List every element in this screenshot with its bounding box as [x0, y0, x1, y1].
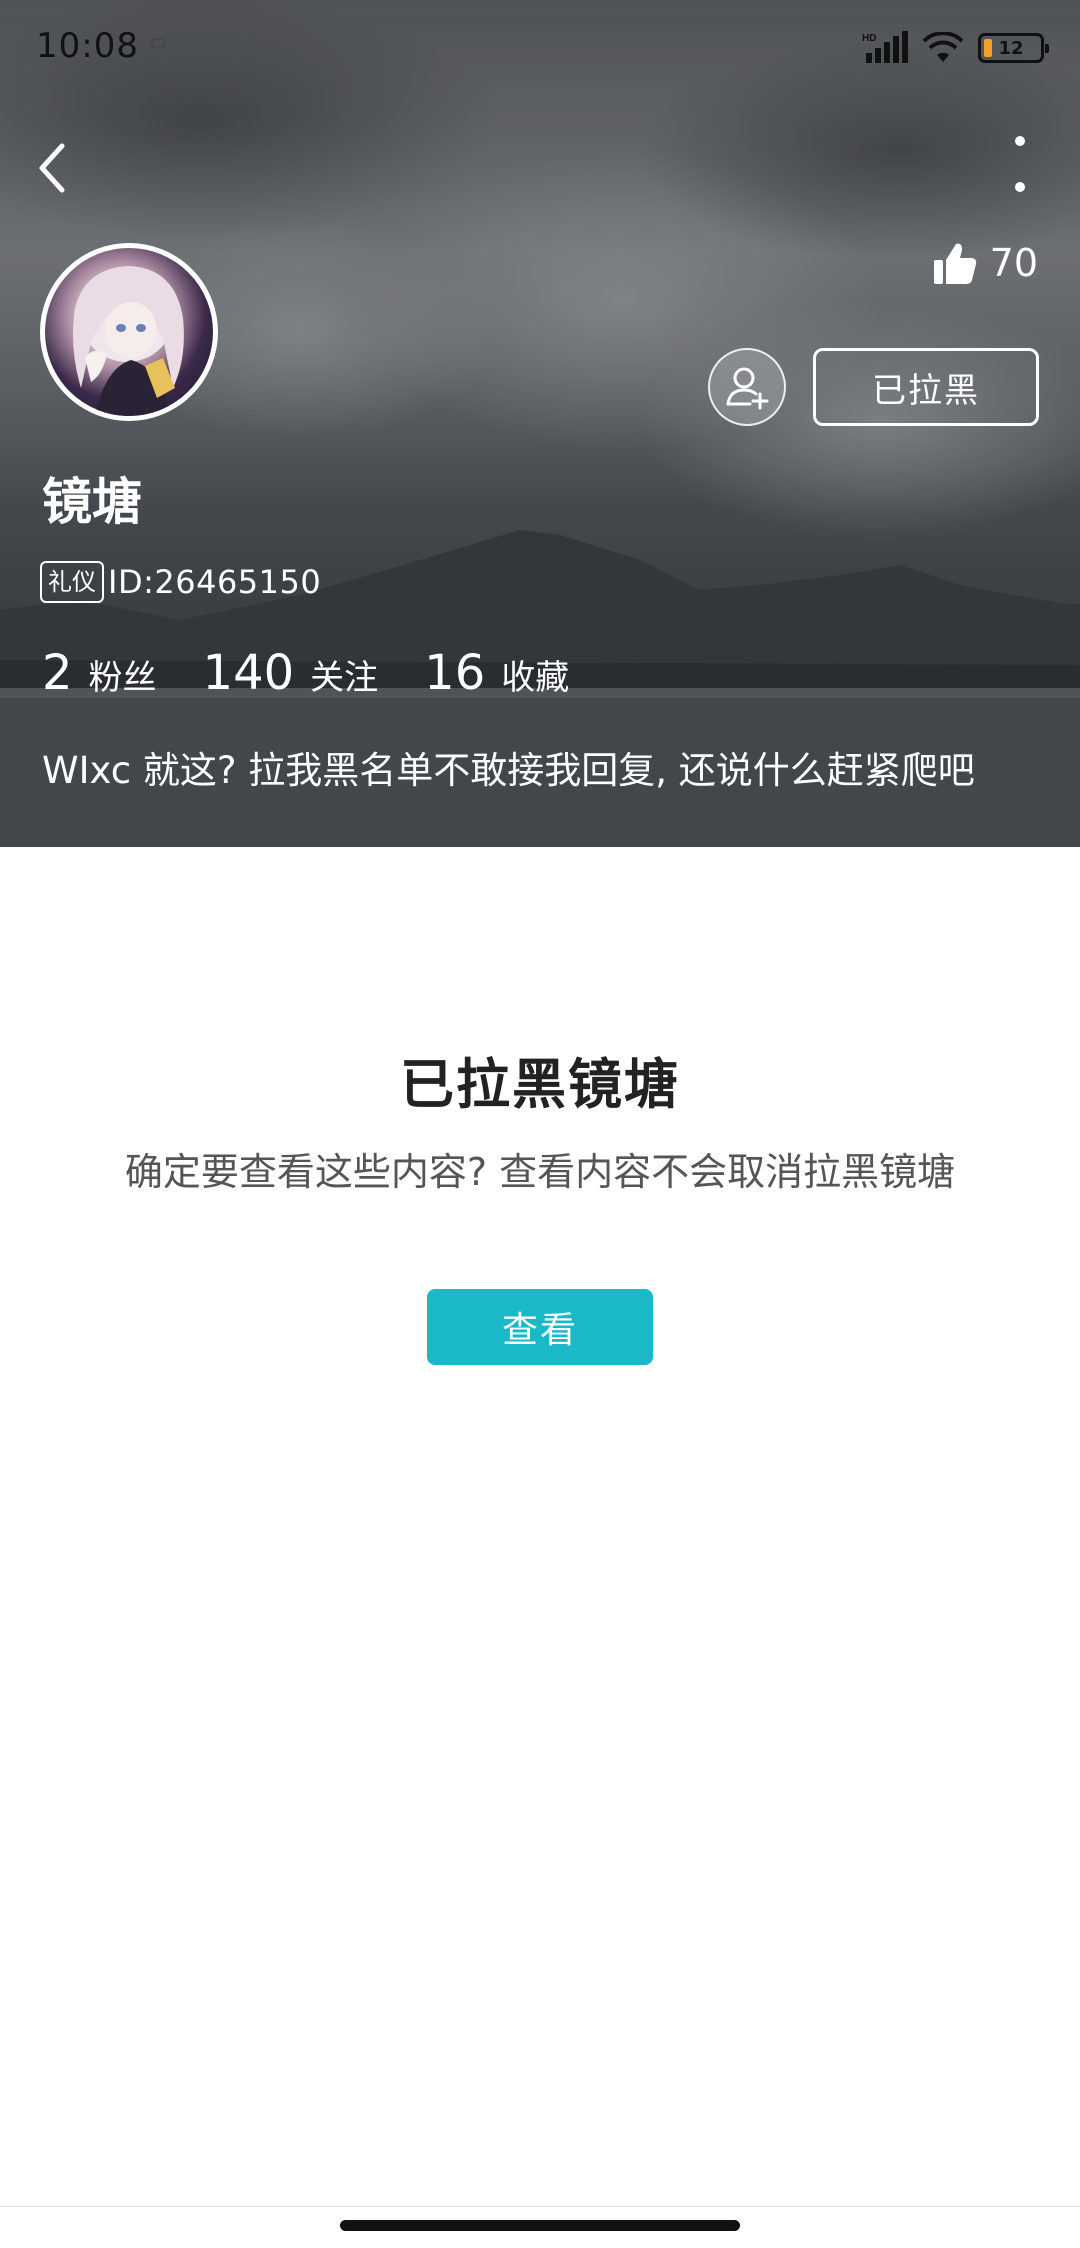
stat-fans[interactable]: 2 粉丝: [42, 645, 157, 701]
stat-label: 收藏: [501, 658, 570, 698]
profile-header: 10:08 HD 12 70 已拉黑 镜塘 礼仪 ID:26465150 2 粉…: [0, 0, 1080, 847]
profile-stats: 2 粉丝 140 关注 16 收藏: [42, 645, 615, 701]
more-vertical-icon-dot: [1015, 182, 1025, 192]
signal-icon: HD: [862, 31, 908, 63]
thumbs-up-icon: [933, 243, 976, 284]
user-id-row: 礼仪 ID:26465150: [40, 561, 321, 603]
stat-favorites[interactable]: 16 收藏: [424, 645, 569, 701]
follow-button[interactable]: [708, 348, 786, 426]
back-button[interactable]: [34, 128, 90, 208]
status-time: 10:08: [36, 26, 139, 66]
battery-icon: 12: [978, 33, 1049, 63]
likes-count: 70: [989, 241, 1038, 285]
more-options-button[interactable]: [1008, 136, 1032, 192]
stat-following[interactable]: 140 关注: [203, 645, 379, 701]
user-bio: WIxc 就这? 拉我黑名单不敢接我回复, 还说什么赶紧爬吧: [42, 749, 975, 792]
blocked-button[interactable]: 已拉黑: [813, 348, 1039, 426]
battery-level: 12: [998, 37, 1024, 59]
stat-value: 140: [202, 645, 295, 701]
blocked-notice-description: 确定要查看这些内容? 查看内容不会取消拉黑镜塘: [124, 1150, 956, 1194]
more-vertical-icon-dot: [1015, 136, 1025, 146]
avatar-image: [73, 266, 184, 416]
stat-label: 关注: [310, 658, 379, 698]
wifi-icon: [922, 32, 964, 62]
bottom-divider: [0, 2206, 1080, 2207]
avatar[interactable]: [40, 243, 218, 421]
chevron-left-icon: [39, 143, 65, 193]
likes-counter[interactable]: 70: [932, 240, 1038, 286]
home-indicator[interactable]: [340, 2220, 740, 2231]
stat-label: 粉丝: [88, 658, 157, 698]
user-badge[interactable]: 礼仪: [40, 561, 104, 603]
chat-notification-icon: [151, 38, 165, 50]
view-content-button[interactable]: 查看: [427, 1289, 653, 1365]
stat-value: 2: [42, 645, 73, 701]
network-label: HD: [862, 33, 876, 44]
battery-fill: [984, 39, 992, 57]
stat-value: 16: [424, 645, 486, 701]
status-icons: HD 12: [862, 28, 1049, 68]
add-user-icon: [726, 367, 769, 410]
blocked-notice-title: 已拉黑镜塘: [400, 1053, 680, 1116]
username: 镜塘: [42, 473, 142, 531]
user-id: ID:26465150: [108, 563, 322, 601]
status-bar: 10:08 HD 12: [0, 0, 1080, 96]
